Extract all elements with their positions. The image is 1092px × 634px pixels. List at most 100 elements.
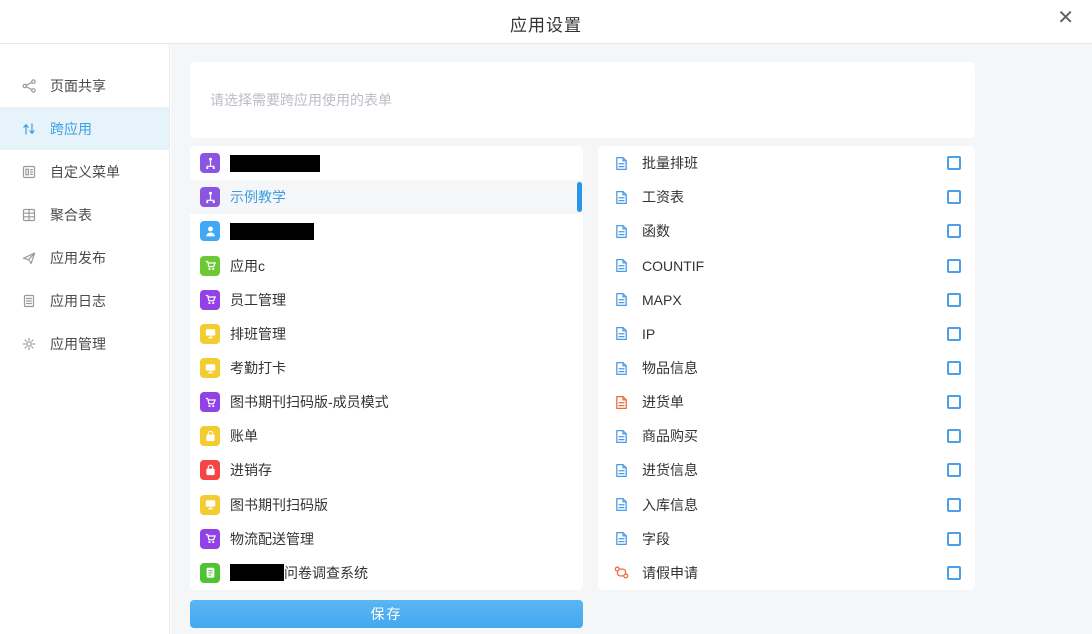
app-list-item[interactable] xyxy=(190,214,583,248)
sidebar-item-app-publish[interactable]: 应用发布 xyxy=(0,236,169,279)
app-list-item[interactable]: 账单 xyxy=(190,419,583,453)
cart-icon xyxy=(200,290,220,310)
app-name: 进销存 xyxy=(230,460,272,480)
form-list-item[interactable]: 进货信息 xyxy=(598,453,975,487)
app-list-item[interactable]: 应用c xyxy=(190,248,583,282)
org-chart-icon xyxy=(200,153,220,173)
app-name: 问卷调查系统 xyxy=(284,563,368,583)
form-name: 批量排班 xyxy=(642,153,698,173)
paper-plane-icon xyxy=(21,250,37,266)
form-checkbox[interactable] xyxy=(947,190,961,204)
form-picker-input[interactable]: 请选择需要跨应用使用的表单 xyxy=(190,62,975,138)
close-icon[interactable]: ✕ xyxy=(1057,8,1074,28)
form-list-item[interactable]: 字段 xyxy=(598,522,975,556)
app-name: 账单 xyxy=(230,426,258,446)
document-icon xyxy=(613,223,630,240)
document-icon xyxy=(613,394,630,411)
bag-icon xyxy=(200,426,220,446)
form-checkbox[interactable] xyxy=(947,532,961,546)
form-checkbox[interactable] xyxy=(947,224,961,238)
form-list-item[interactable]: 物品信息 xyxy=(598,351,975,385)
cart-icon xyxy=(200,392,220,412)
redacted-label xyxy=(230,155,320,172)
dialog-header: 应用设置 ✕ xyxy=(0,0,1092,44)
sidebar-item-cross-app[interactable]: 跨应用 xyxy=(0,107,169,150)
form-list-item[interactable]: 批量排班 xyxy=(598,146,975,180)
sidebar-item-page-share[interactable]: 页面共享 xyxy=(0,64,169,107)
form-name: 入库信息 xyxy=(642,495,698,515)
bag-icon xyxy=(200,460,220,480)
form-name: 进货信息 xyxy=(642,460,698,480)
app-list-item[interactable]: 示例教学 xyxy=(190,180,583,214)
scrollbar-thumb[interactable] xyxy=(577,182,582,212)
sidebar-item-label: 应用日志 xyxy=(50,291,106,311)
aggregate-table-icon xyxy=(21,207,37,223)
app-list-item[interactable]: 进销存 xyxy=(190,453,583,487)
picker-placeholder: 请选择需要跨应用使用的表单 xyxy=(210,90,392,110)
share-icon xyxy=(21,78,37,94)
document-icon xyxy=(613,462,630,479)
form-checkbox[interactable] xyxy=(947,498,961,512)
form-checkbox[interactable] xyxy=(947,395,961,409)
app-list-item[interactable]: 图书期刊扫码版-成员模式 xyxy=(190,385,583,419)
form-name: COUNTIF xyxy=(642,258,704,274)
app-name: 物流配送管理 xyxy=(230,529,314,549)
document-icon xyxy=(613,360,630,377)
form-list-item[interactable]: 请假申请 xyxy=(598,556,975,590)
sidebar-item-label: 应用管理 xyxy=(50,334,106,354)
sidebar-item-label: 跨应用 xyxy=(50,119,92,139)
sidebar-item-app-manage[interactable]: 应用管理 xyxy=(0,322,169,365)
form-list-item[interactable]: COUNTIF xyxy=(598,248,975,282)
form-checkbox[interactable] xyxy=(947,429,961,443)
app-list-item[interactable]: 物流配送管理 xyxy=(190,522,583,556)
form-list-item[interactable]: MAPX xyxy=(598,283,975,317)
form-name: 商品购买 xyxy=(642,426,698,446)
form-checkbox[interactable] xyxy=(947,327,961,341)
app-list: 示例教学 应用c 员工管理 排班管理 考勤打卡 图书期刊扫码版-成员模式 xyxy=(190,146,583,590)
person-icon xyxy=(200,221,220,241)
app-list-item[interactable]: 问卷调查系统 xyxy=(190,556,583,590)
monitor-icon xyxy=(200,495,220,515)
monitor-icon xyxy=(200,324,220,344)
sidebar-item-label: 自定义菜单 xyxy=(50,162,120,182)
document-icon xyxy=(613,428,630,445)
form-list-item[interactable]: 进货单 xyxy=(598,385,975,419)
document-icon xyxy=(613,189,630,206)
form-name: 字段 xyxy=(642,529,670,549)
form-name: 请假申请 xyxy=(642,563,698,583)
form-checkbox[interactable] xyxy=(947,259,961,273)
form-checkbox[interactable] xyxy=(947,293,961,307)
sidebar-item-label: 聚合表 xyxy=(50,205,92,225)
form-checkbox[interactable] xyxy=(947,463,961,477)
document-lines-icon xyxy=(21,293,37,309)
form-list-item[interactable]: 函数 xyxy=(598,214,975,248)
form-list-item[interactable]: 商品购买 xyxy=(598,419,975,453)
app-list-item[interactable]: 图书期刊扫码版 xyxy=(190,488,583,522)
sidebar-item-label: 页面共享 xyxy=(50,76,106,96)
app-list-item[interactable]: 员工管理 xyxy=(190,283,583,317)
document-icon xyxy=(613,291,630,308)
save-button[interactable]: 保存 xyxy=(190,600,583,628)
swap-arrows-icon xyxy=(21,121,37,137)
app-list-item[interactable] xyxy=(190,146,583,180)
custom-menu-icon xyxy=(21,164,37,180)
sidebar-item-app-log[interactable]: 应用日志 xyxy=(0,279,169,322)
form-checkbox[interactable] xyxy=(947,566,961,580)
redacted-label xyxy=(230,564,284,581)
sidebar-item-custom-menu[interactable]: 自定义菜单 xyxy=(0,150,169,193)
app-list-item[interactable]: 考勤打卡 xyxy=(190,351,583,385)
form-list-item[interactable]: 工资表 xyxy=(598,180,975,214)
sidebar-item-aggregate-table[interactable]: 聚合表 xyxy=(0,193,169,236)
form-list: 批量排班 工资表 函数 COUNTIF MAPX IP xyxy=(598,146,975,590)
form-name: 物品信息 xyxy=(642,358,698,378)
form-name: 函数 xyxy=(642,221,670,241)
form-list-item[interactable]: 入库信息 xyxy=(598,488,975,522)
app-list-item[interactable]: 排班管理 xyxy=(190,317,583,351)
cart-icon xyxy=(200,529,220,549)
form-list-item[interactable]: IP xyxy=(598,317,975,351)
app-name: 考勤打卡 xyxy=(230,358,286,378)
form-checkbox[interactable] xyxy=(947,361,961,375)
gear-icon xyxy=(21,336,37,352)
monitor-icon xyxy=(200,358,220,378)
form-checkbox[interactable] xyxy=(947,156,961,170)
